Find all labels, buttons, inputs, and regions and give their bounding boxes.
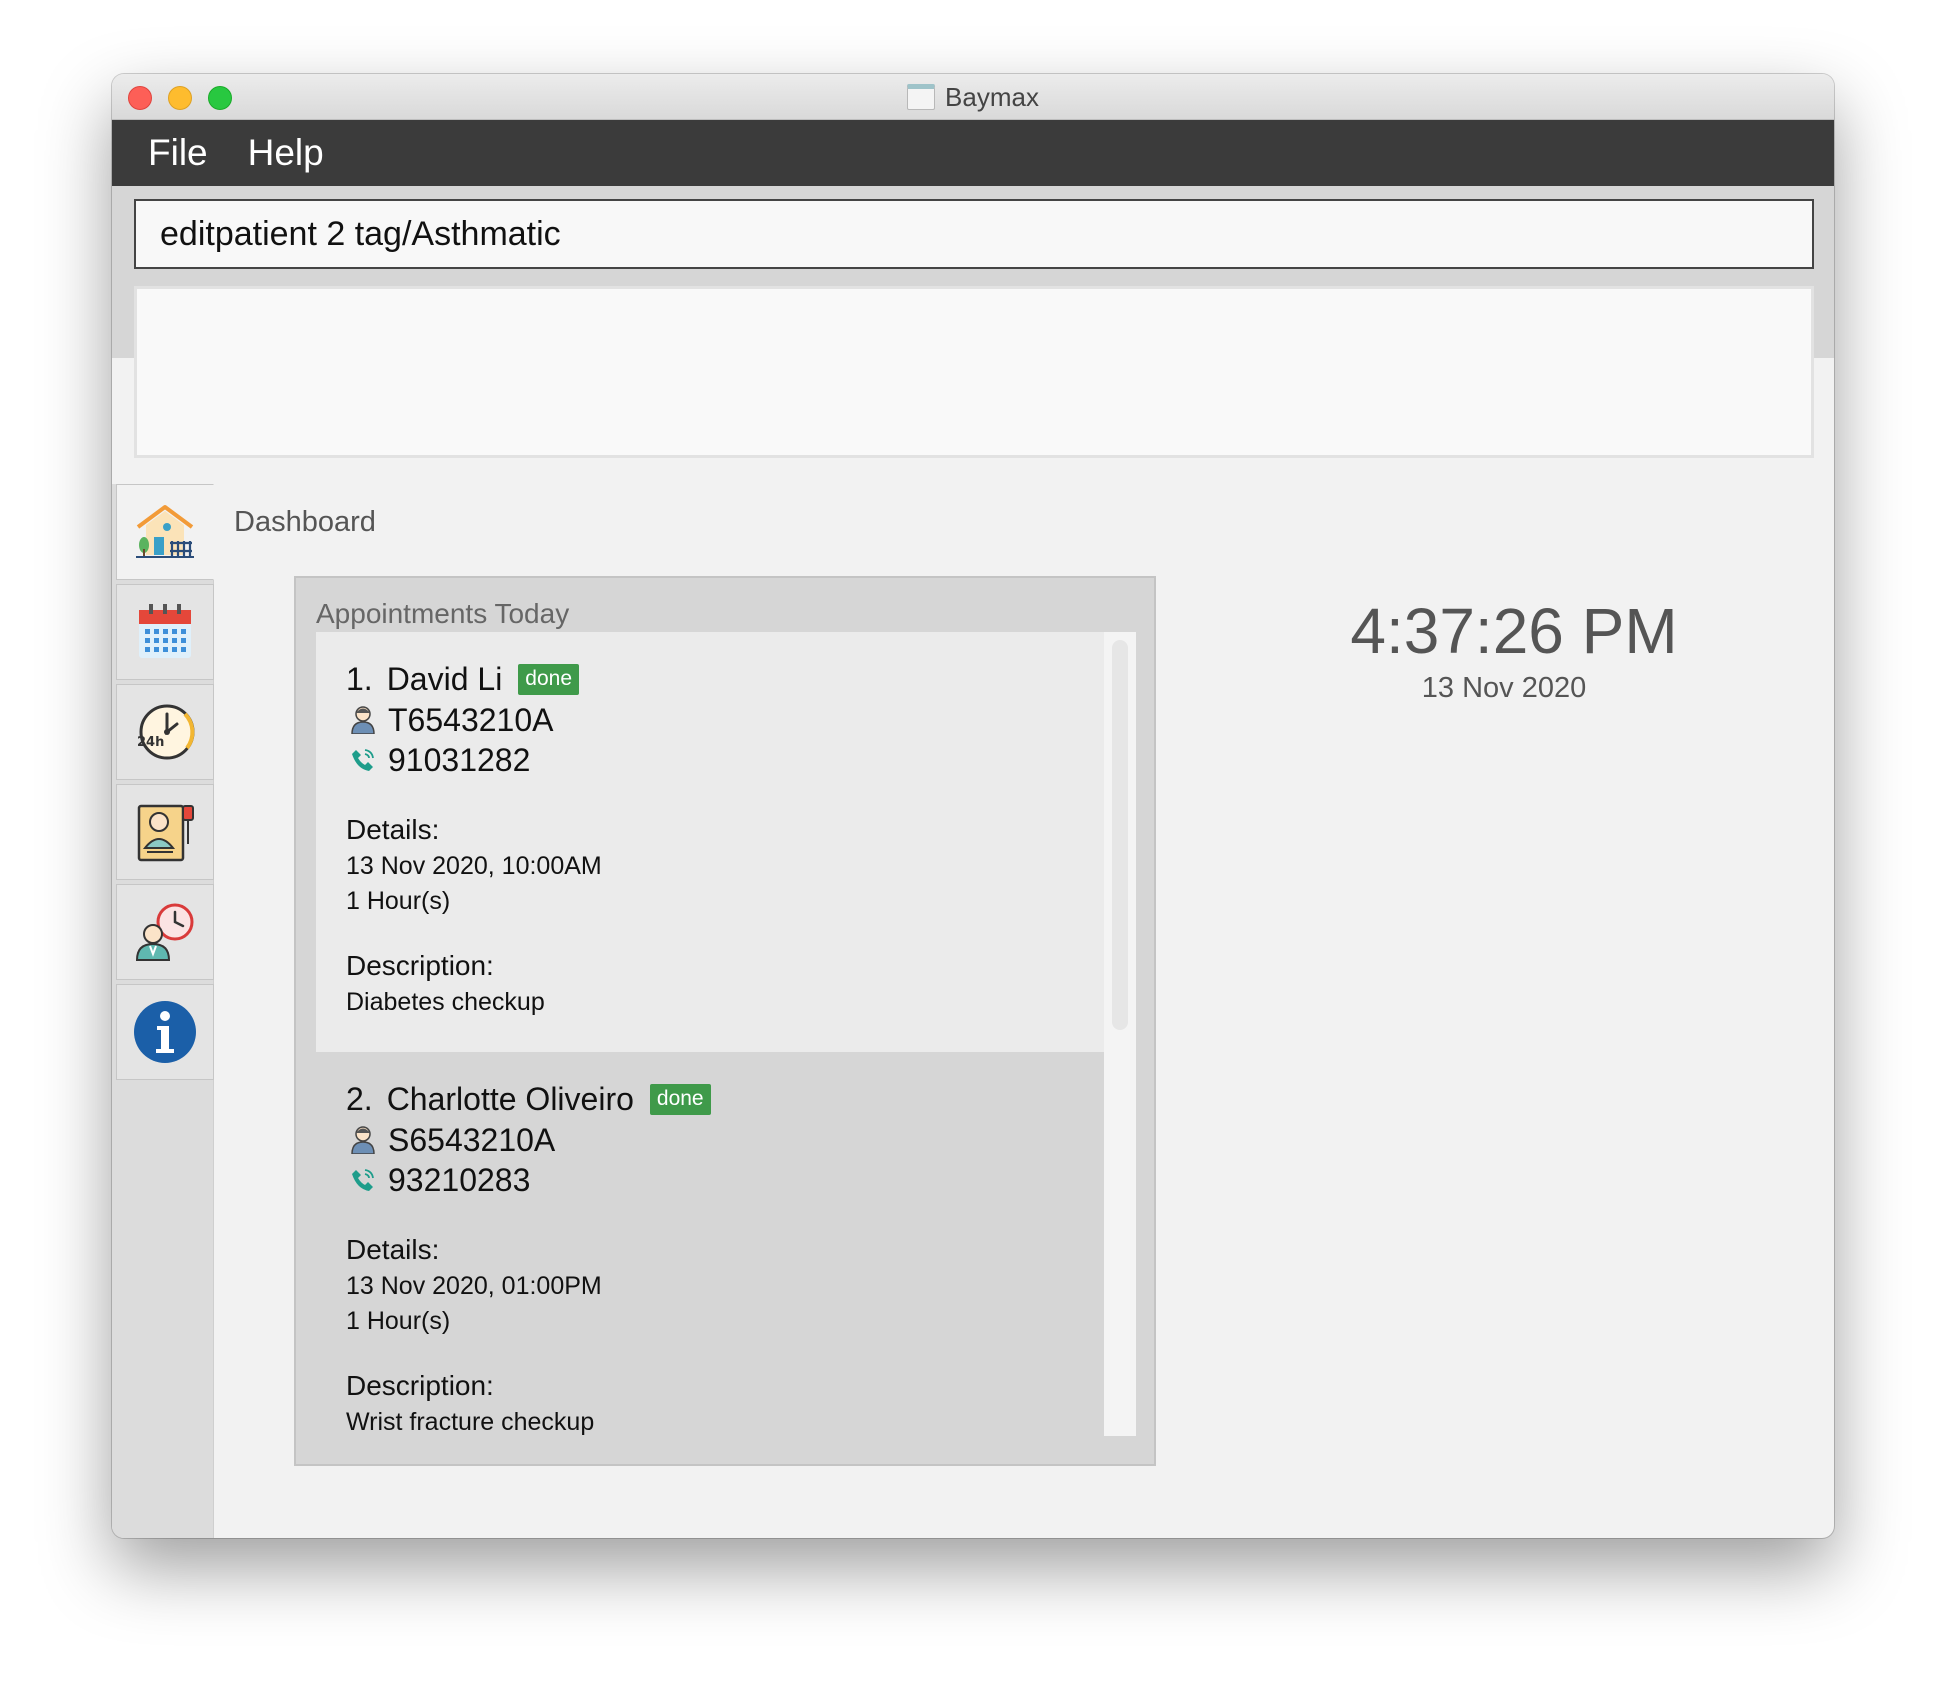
- patient-nric: T6543210A: [388, 701, 554, 738]
- phone-icon: [346, 1168, 380, 1192]
- sidebar-item-doctors[interactable]: [116, 884, 214, 980]
- clock-widget: 4:37:26 PM 13 Nov 2020: [1314, 594, 1714, 705]
- result-display: [134, 286, 1814, 458]
- description-label: Description:: [346, 950, 494, 981]
- status-badge: done: [649, 1083, 711, 1115]
- app-window: Baymax File Help editpatient 2 tag/Asthm…: [112, 74, 1834, 1538]
- patient-name: David Li: [386, 660, 503, 697]
- phone-row: 91031282: [346, 740, 1104, 780]
- clock-date: 13 Nov 2020: [1421, 672, 1587, 704]
- appointment-duration: 1 Hour(s): [346, 887, 451, 915]
- appointment-datetime: 13 Nov 2020, 01:00PM: [346, 1272, 602, 1300]
- patient-nric: S6543210A: [388, 1121, 556, 1158]
- person-icon: [346, 1126, 380, 1154]
- nric-row: S6543210A: [346, 1120, 1104, 1160]
- title-bar: Baymax: [112, 74, 1834, 120]
- sidebar-item-info[interactable]: [116, 984, 214, 1080]
- window-title-group: Baymax: [112, 74, 1834, 120]
- appointment-index: 1.: [346, 660, 373, 697]
- patient-record-icon: [137, 804, 194, 862]
- nric-row: T6543210A: [346, 700, 1104, 740]
- command-input[interactable]: [134, 199, 1814, 269]
- appointments-list[interactable]: 1. David Li done T6543210A 91031282 Deta…: [316, 632, 1104, 1436]
- description-label: Description:: [346, 1370, 494, 1401]
- command-area: [112, 186, 1834, 458]
- scrollbar-thumb[interactable]: [1112, 640, 1128, 1030]
- appointments-title: Appointments Today: [316, 598, 570, 629]
- sidebar-item-patients[interactable]: [116, 784, 214, 880]
- window-title: Baymax: [945, 81, 1039, 112]
- phone-icon: [346, 748, 380, 772]
- doctor-schedule-icon: [135, 903, 194, 961]
- appointment-description: Wrist fracture checkup: [346, 1408, 595, 1436]
- appointments-scrollbar[interactable]: [1104, 632, 1136, 1436]
- appointment-datetime: 13 Nov 2020, 10:00AM: [346, 852, 602, 880]
- appointment-header: 2. Charlotte Oliveiro done: [346, 1078, 1104, 1120]
- menu-help[interactable]: Help: [248, 132, 324, 174]
- home-icon: [136, 505, 194, 558]
- status-badge: done: [518, 663, 580, 695]
- patient-phone: 93210283: [388, 1161, 531, 1198]
- info-icon: [134, 1001, 196, 1063]
- page-title: Dashboard: [234, 506, 376, 538]
- sidebar: 24h: [112, 484, 214, 1538]
- appointment-card[interactable]: 2. Charlotte Oliveiro done S6543210A 932…: [316, 1052, 1104, 1436]
- appointment-description: Diabetes checkup: [346, 988, 545, 1016]
- patient-name: Charlotte Oliveiro: [386, 1080, 634, 1117]
- details-label: Details:: [346, 814, 440, 845]
- calendar-icon: [139, 604, 191, 658]
- sidebar-item-schedule[interactable]: 24h: [116, 684, 214, 780]
- appointment-index: 2.: [346, 1080, 373, 1117]
- svg-text:24h: 24h: [137, 735, 164, 750]
- appointment-card[interactable]: 1. David Li done T6543210A 91031282 Deta…: [316, 632, 1104, 1052]
- phone-row: 93210283: [346, 1160, 1104, 1200]
- appointment-duration: 1 Hour(s): [346, 1307, 451, 1335]
- app-calendar-icon: [907, 84, 936, 110]
- appointments-panel: Appointments Today 1. David Li done T654…: [294, 576, 1156, 1466]
- patient-phone: 91031282: [388, 741, 531, 778]
- menu-bar: File Help: [112, 120, 1834, 186]
- appointment-header: 1. David Li done: [346, 658, 1104, 700]
- sidebar-item-calendar[interactable]: [116, 584, 214, 680]
- person-icon: [346, 706, 380, 734]
- menu-file[interactable]: File: [148, 132, 208, 174]
- clock-time: 4:37:26 PM: [1350, 595, 1678, 667]
- clock-24h-icon: 24h: [137, 704, 195, 760]
- sidebar-item-dashboard[interactable]: [116, 484, 214, 580]
- dashboard-view: Dashboard Appointments Today 1. David Li…: [214, 484, 1834, 1538]
- details-label: Details:: [346, 1234, 440, 1265]
